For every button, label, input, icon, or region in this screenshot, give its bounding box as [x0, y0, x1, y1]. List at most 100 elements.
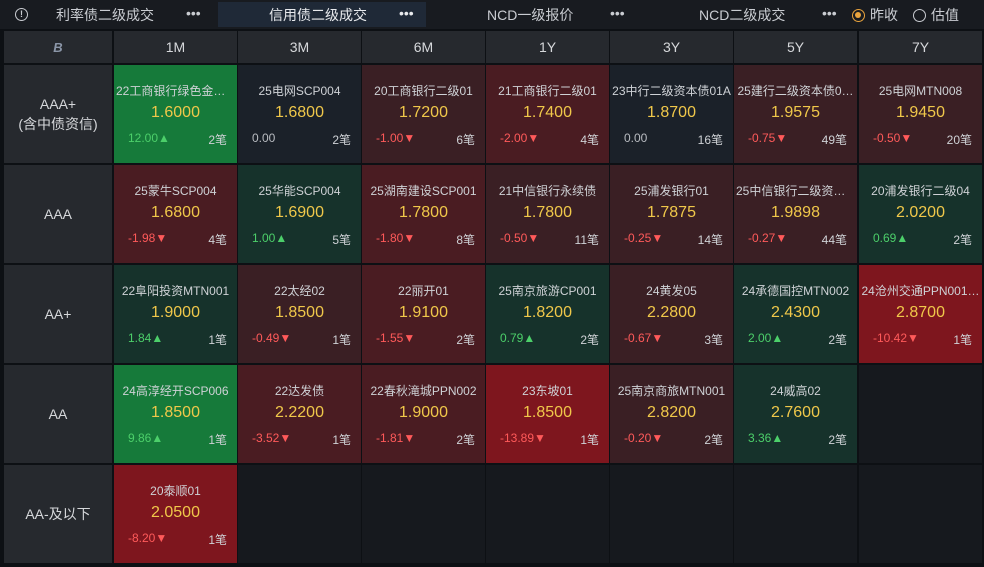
yield-change-value: -0.25	[624, 231, 652, 245]
bond-quote-cell[interactable]: 25南京旅游CP001 1.8200 0.79▲ 2笔	[486, 265, 609, 363]
bond-quote-cell[interactable]: 25华能SCP004 1.6900 1.00▲ 5笔	[238, 165, 361, 263]
bond-quote-cell[interactable]: 25电网MTN008 1.9450 -0.50▼ 20笔	[859, 65, 982, 163]
yield-change: -3.52▼	[252, 431, 291, 445]
row-header[interactable]: AAA	[4, 165, 112, 263]
more-dots-icon[interactable]: •••	[186, 5, 201, 21]
corner-logo: B	[4, 31, 112, 63]
yield-change-value: -3.52	[252, 431, 280, 445]
bond-yield: 1.6900	[275, 204, 324, 221]
tab-credit-bond-secondary[interactable]: 信用债二级成交 •••	[218, 2, 426, 27]
more-dots-icon[interactable]: •••	[822, 5, 837, 21]
bond-quote-cell[interactable]: 24高淳经开SCP006 1.8500 9.86▲ 1笔	[114, 365, 237, 463]
trade-count: 2笔	[953, 233, 972, 247]
yield-change: -0.75▼	[748, 131, 787, 145]
yield-change-value: 0.79	[500, 331, 524, 345]
empty-cell	[859, 465, 982, 563]
bond-name: 25蒙牛SCP004	[134, 184, 217, 198]
arrow-up-icon: ▲	[771, 431, 784, 445]
column-header-3y[interactable]: 3Y	[610, 31, 733, 63]
row-header[interactable]: AA-及以下	[4, 465, 112, 563]
trade-count: 8笔	[456, 233, 475, 247]
bond-quote-cell[interactable]: 22阜阳投资MTN001 1.9000 1.84▲ 1笔	[114, 265, 237, 363]
bond-quote-cell[interactable]: 24承德国控MTN002 2.4300 2.00▲ 2笔	[734, 265, 857, 363]
bond-quote-cell[interactable]: 25南京商旅MTN001 2.8200 -0.20▼ 2笔	[610, 365, 733, 463]
bond-name: 24高淳经开SCP006	[122, 384, 229, 398]
bond-name: 24威高02	[770, 384, 821, 398]
trade-count: 2笔	[456, 333, 475, 347]
yield-change: 1.84▲	[128, 331, 163, 345]
row-header[interactable]: AAA+ (含中债资信)	[4, 65, 112, 163]
info-icon[interactable]: !	[15, 8, 28, 21]
bond-quote-cell[interactable]: 22春秋滝城PPN002 1.9000 -1.81▼ 2笔	[362, 365, 485, 463]
bond-quote-cell[interactable]: 25蒙牛SCP004 1.6800 -1.98▼ 4笔	[114, 165, 237, 263]
tab-rate-bond-secondary[interactable]: 利率债二级成交 •••	[44, 2, 216, 27]
arrow-down-icon: ▼	[155, 231, 168, 245]
bond-quote-cell[interactable]: 24黄发05 2.2800 -0.67▼ 3笔	[610, 265, 733, 363]
arrow-up-icon: ▲	[771, 331, 784, 345]
bond-quote-cell[interactable]: 23东坡01 1.8500 -13.89▼ 1笔	[486, 365, 609, 463]
bond-yield: 1.9100	[399, 304, 448, 321]
trade-count: 1笔	[208, 433, 227, 447]
bond-quote-cell[interactable]: 20泰顺01 2.0500 -8.20▼ 1笔	[114, 465, 237, 563]
yield-change-value: 2.00	[748, 331, 772, 345]
column-header-7y[interactable]: 7Y	[859, 31, 982, 63]
trade-count: 1笔	[208, 333, 227, 347]
column-header-6m[interactable]: 6M	[362, 31, 485, 63]
yield-change: 0.00	[624, 131, 647, 145]
bond-quote-cell[interactable]: 21中信银行永续债 1.7800 -0.50▼ 11笔	[486, 165, 609, 263]
bond-quote-cell[interactable]: 25电网SCP004 1.6800 0.00 2笔	[238, 65, 361, 163]
column-header-3m[interactable]: 3M	[238, 31, 361, 63]
radio-valuation[interactable]: 估值	[913, 5, 959, 25]
yield-change: 12.00▲	[128, 131, 170, 145]
bond-quote-cell[interactable]: 20浦发银行二级04 2.0200 0.69▲ 2笔	[859, 165, 982, 263]
bond-yield: 1.6800	[275, 104, 324, 121]
bond-yield: 1.9575	[771, 104, 820, 121]
yield-change: -1.98▼	[128, 231, 167, 245]
radio-button[interactable]	[913, 8, 926, 22]
yield-change-value: 12.00	[128, 131, 159, 145]
bond-quote-cell[interactable]: 20工商银行二级01 1.7200 -1.00▼ 6笔	[362, 65, 485, 163]
bond-quote-cell[interactable]: 25建行二级资本债0… 1.9575 -0.75▼ 49笔	[734, 65, 857, 163]
trade-count: 2笔	[332, 133, 351, 147]
bond-quote-cell[interactable]: 22丽开01 1.9100 -1.55▼ 2笔	[362, 265, 485, 363]
bond-quote-cell[interactable]: 25中信银行二级资本… 1.9898 -0.27▼ 44笔	[734, 165, 857, 263]
bond-quote-cell[interactable]: 23中行二级资本债01A 1.8700 0.00 16笔	[610, 65, 733, 163]
tab-ncd-secondary[interactable]: NCD二级成交 •••	[660, 2, 850, 27]
more-dots-icon[interactable]: •••	[610, 5, 625, 21]
row-header[interactable]: AA+	[4, 265, 112, 363]
bond-quote-cell[interactable]: 25湖南建设SCP001 1.7800 -1.80▼ 8笔	[362, 165, 485, 263]
bond-name: 22阜阳投资MTN001	[121, 284, 230, 298]
yield-change-value: -13.89	[500, 431, 535, 445]
arrow-down-icon: ▼	[775, 131, 788, 145]
bond-quote-cell[interactable]: 24沧州交通PPN001… 2.8700 -10.42▼ 1笔	[859, 265, 982, 363]
arrow-down-icon: ▼	[403, 231, 416, 245]
radio-button-checked[interactable]	[852, 8, 865, 22]
bond-name: 24黄发05	[646, 284, 697, 298]
radio-prev-close[interactable]: 昨收	[852, 5, 898, 25]
bond-name: 23中行二级资本债01A	[612, 84, 731, 98]
yield-change: 0.00	[252, 131, 275, 145]
bond-name: 25中信银行二级资本…	[736, 184, 857, 198]
bond-quote-cell[interactable]: 22工商银行绿色金融… 1.6000 12.00▲ 2笔	[114, 65, 237, 163]
bond-quote-cell[interactable]: 24威高02 2.7600 3.36▲ 2笔	[734, 365, 857, 463]
bond-name: 22达发债	[274, 384, 325, 398]
bond-yield: 1.9000	[399, 404, 448, 421]
yield-change: -1.00▼	[376, 131, 415, 145]
row-header[interactable]: AA	[4, 365, 112, 463]
bond-quote-cell[interactable]: 22达发债 2.2200 -3.52▼ 1笔	[238, 365, 361, 463]
tab-ncd-primary-quote[interactable]: NCD一级报价 •••	[440, 2, 640, 27]
trade-count: 1笔	[332, 433, 351, 447]
yield-change-value: -1.80	[376, 231, 404, 245]
empty-cell	[362, 465, 485, 563]
bond-yield: 2.4300	[771, 304, 820, 321]
column-header-1y[interactable]: 1Y	[486, 31, 609, 63]
yield-change: -0.67▼	[624, 331, 663, 345]
column-header-1m[interactable]: 1M	[114, 31, 237, 63]
bond-quote-cell[interactable]: 21工商银行二级01 1.7400 -2.00▼ 4笔	[486, 65, 609, 163]
bond-quote-cell[interactable]: 22太经02 1.8500 -0.49▼ 1笔	[238, 265, 361, 363]
bond-quote-cell[interactable]: 25浦发银行01 1.7875 -0.25▼ 14笔	[610, 165, 733, 263]
bond-name: 20浦发银行二级04	[871, 184, 970, 198]
more-dots-icon[interactable]: •••	[399, 5, 414, 21]
column-header-5y[interactable]: 5Y	[734, 31, 857, 63]
trade-count: 49笔	[821, 133, 847, 147]
